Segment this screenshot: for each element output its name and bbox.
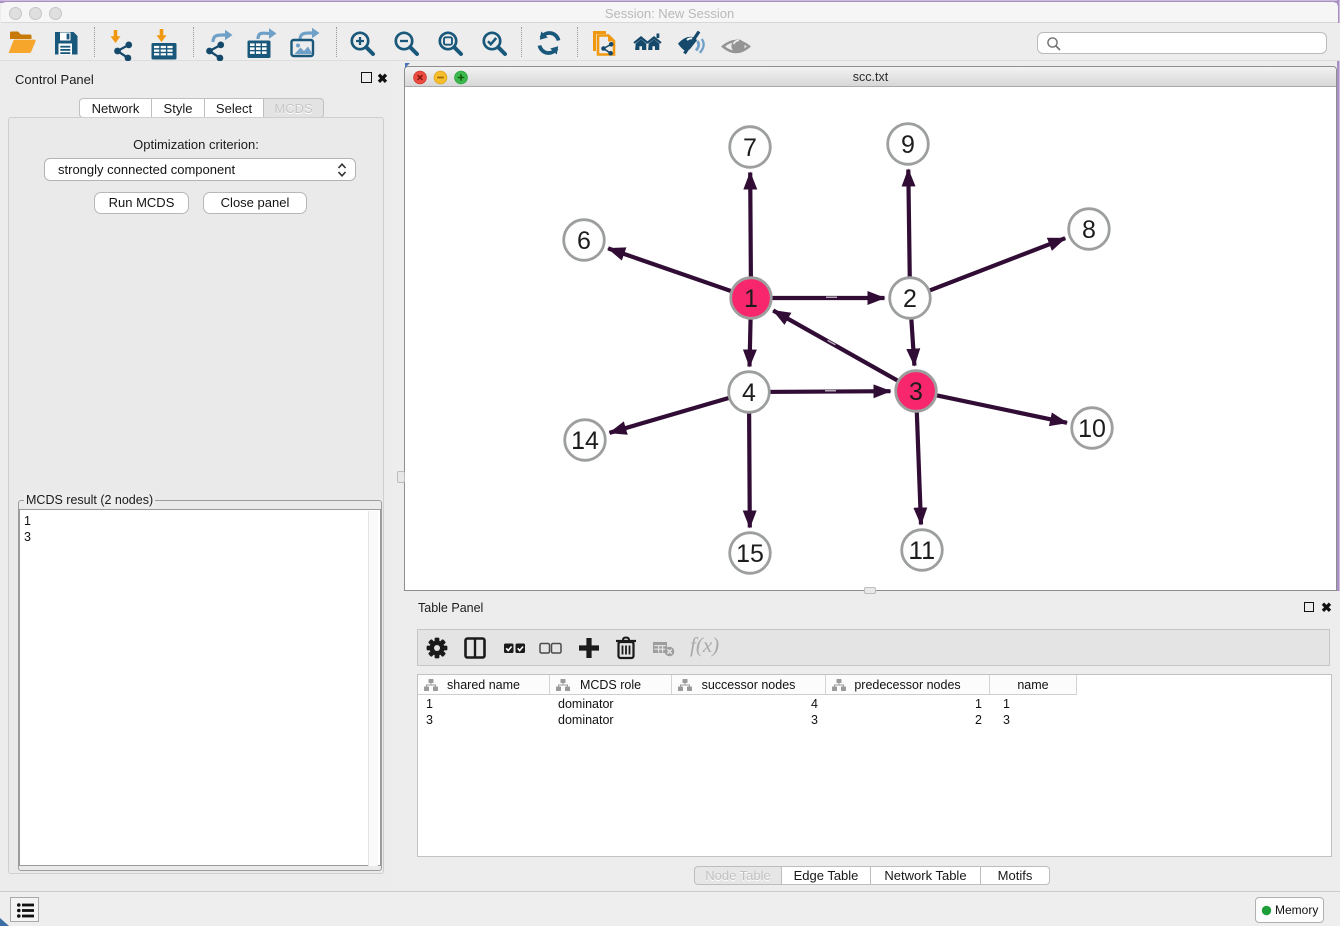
svg-text:3: 3 <box>909 378 923 406</box>
svg-text:11: 11 <box>909 537 935 565</box>
svg-text:7: 7 <box>743 134 757 162</box>
svg-text:1: 1 <box>744 285 758 313</box>
svg-text:6: 6 <box>577 227 591 255</box>
svg-text:2: 2 <box>903 285 917 313</box>
svg-text:14: 14 <box>571 427 599 455</box>
svg-text:4: 4 <box>742 379 756 407</box>
svg-text:15: 15 <box>736 540 764 568</box>
svg-text:9: 9 <box>901 131 915 159</box>
svg-text:10: 10 <box>1078 415 1106 443</box>
svg-text:8: 8 <box>1082 216 1096 244</box>
